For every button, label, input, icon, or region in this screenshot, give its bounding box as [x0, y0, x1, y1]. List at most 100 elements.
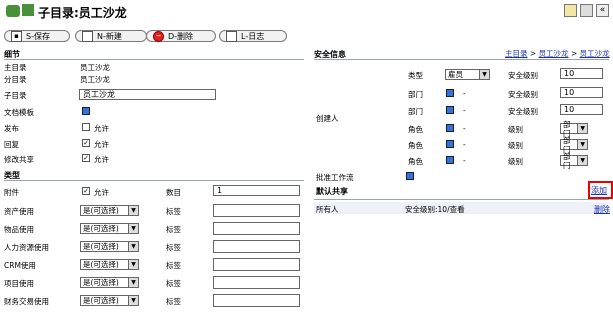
add-share-link[interactable]: 添加 — [591, 185, 607, 196]
use-label: 资产使用 — [4, 207, 34, 216]
use-select-value: 是(可选择) — [83, 242, 119, 251]
delete-icon: − — [153, 30, 164, 42]
tag-input[interactable] — [213, 240, 300, 253]
delete-label: D-删除 — [168, 31, 194, 41]
use-select-value: 是(可选择) — [83, 206, 119, 215]
breadcrumb-sep: > — [529, 49, 539, 58]
child-dir-label: 子目录 — [4, 91, 27, 100]
use-select-value: 是(可选择) — [83, 224, 119, 233]
level-select[interactable]: 部门 ▼ — [560, 120, 588, 138]
chevron-down-icon: ▼ — [128, 278, 138, 287]
tag-label: 标签 — [166, 279, 181, 288]
tag-input[interactable] — [213, 294, 300, 307]
approve-flow-label: 批准工作流 — [316, 173, 354, 182]
role-value: - — [463, 124, 466, 133]
attach-checkbox[interactable]: ✓ — [82, 187, 90, 195]
use-label: CRM使用 — [4, 261, 36, 270]
back-icon[interactable]: « — [596, 4, 609, 17]
save-icon: ▪ — [11, 30, 22, 42]
print-icon[interactable] — [580, 4, 593, 17]
role-value: - — [463, 156, 466, 165]
save-button[interactable]: ▪ S-保存 — [4, 30, 70, 42]
divider — [314, 59, 609, 60]
new-label: N-新建 — [97, 31, 122, 41]
share-everyone: 所有人 — [316, 205, 339, 214]
level-select[interactable]: 部门 ▼ — [560, 152, 588, 170]
sub-dir-value: 员工沙龙 — [80, 75, 110, 84]
publish-checkbox[interactable] — [82, 123, 90, 131]
title-actions: « — [564, 4, 609, 17]
attach-option: 允许 — [94, 188, 109, 197]
role-label: 角色 — [408, 125, 423, 134]
divider — [4, 59, 304, 60]
count-input[interactable]: 1 — [213, 185, 300, 196]
remove-share-link[interactable]: 删除 — [594, 204, 610, 215]
modify-share-checkbox[interactable]: ✓ — [82, 154, 90, 162]
new-button[interactable]: N-新建 — [75, 30, 147, 42]
tag-label: 标签 — [166, 225, 181, 234]
chevron-down-icon: ▼ — [577, 124, 587, 133]
dept-picker-icon[interactable] — [446, 106, 454, 114]
dept-label: 部门 — [408, 107, 423, 116]
sec-level-input[interactable]: 10 — [560, 87, 603, 98]
type-select[interactable]: 雇员 ▼ — [445, 69, 490, 80]
tag-input[interactable] — [213, 276, 300, 289]
dept-value: - — [463, 106, 466, 115]
use-label: 人力资源使用 — [4, 243, 49, 252]
sec-level-input[interactable]: 10 — [560, 68, 603, 79]
dept-picker-icon[interactable] — [446, 89, 454, 97]
doc-template-icon[interactable] — [82, 107, 90, 115]
level-select[interactable]: 部门 ▼ — [560, 136, 588, 154]
tag-input[interactable] — [213, 258, 300, 271]
use-select[interactable]: 是(可选择) ▼ — [80, 241, 139, 252]
new-icon — [82, 30, 93, 42]
approve-flow-icon[interactable] — [406, 172, 414, 180]
use-select[interactable]: 是(可选择) ▼ — [80, 295, 139, 306]
divider — [314, 199, 609, 200]
doc-template-label: 文档模板 — [4, 108, 34, 117]
modify-share-label: 修改共享 — [4, 155, 34, 164]
chevron-down-icon: ▼ — [128, 206, 138, 215]
divider — [4, 180, 304, 181]
share-detail: 安全级别:10/查看 — [405, 205, 465, 214]
breadcrumb-child[interactable]: 员工沙龙 — [580, 49, 610, 58]
dept-label: 部门 — [408, 90, 423, 99]
tag-label: 标签 — [166, 297, 181, 306]
tag-input[interactable] — [213, 222, 300, 235]
use-select-value: 是(可选择) — [83, 260, 119, 269]
modify-share-option: 允许 — [94, 155, 109, 164]
chevron-down-icon: ▼ — [128, 296, 138, 305]
breadcrumb-main[interactable]: 主目录 — [505, 49, 528, 58]
tag-input[interactable] — [213, 204, 300, 217]
chevron-down-icon: ▼ — [128, 260, 138, 269]
delete-button[interactable]: − D-删除 — [146, 30, 216, 42]
breadcrumb-sub[interactable]: 员工沙龙 — [539, 49, 569, 58]
save-label: S-保存 — [26, 31, 50, 41]
role-picker-icon[interactable] — [446, 140, 454, 148]
use-select[interactable]: 是(可选择) ▼ — [80, 259, 139, 270]
folder-open-icon[interactable] — [564, 4, 577, 17]
chevron-down-icon: ▼ — [577, 156, 587, 165]
child-dir-input[interactable]: 员工沙龙 — [79, 89, 216, 100]
use-select[interactable]: 是(可选择) ▼ — [80, 277, 139, 288]
log-label: L-日志 — [241, 31, 265, 41]
role-picker-icon[interactable] — [446, 156, 454, 164]
sec-level-input[interactable]: 10 — [560, 104, 603, 115]
reply-checkbox[interactable]: ✓ — [82, 139, 90, 147]
use-label: 物品使用 — [4, 225, 34, 234]
sub-dir-label: 分目录 — [4, 75, 27, 84]
main-dir-value: 员工沙龙 — [80, 63, 110, 72]
role-label: 角色 — [408, 141, 423, 150]
log-icon — [226, 30, 237, 42]
tag-label: 标签 — [166, 261, 181, 270]
breadcrumb: 主目录 > 员工沙龙 > 员工沙龙 — [505, 48, 610, 59]
use-select[interactable]: 是(可选择) ▼ — [80, 205, 139, 216]
use-select[interactable]: 是(可选择) ▼ — [80, 223, 139, 234]
role-picker-icon[interactable] — [446, 124, 454, 132]
log-button[interactable]: L-日志 — [219, 30, 287, 42]
sec-level-label: 安全级别 — [508, 107, 538, 116]
use-label: 项目使用 — [4, 279, 34, 288]
use-select-value: 是(可选择) — [83, 296, 119, 305]
reply-label: 回复 — [4, 140, 19, 149]
attach-label: 附件 — [4, 188, 19, 197]
